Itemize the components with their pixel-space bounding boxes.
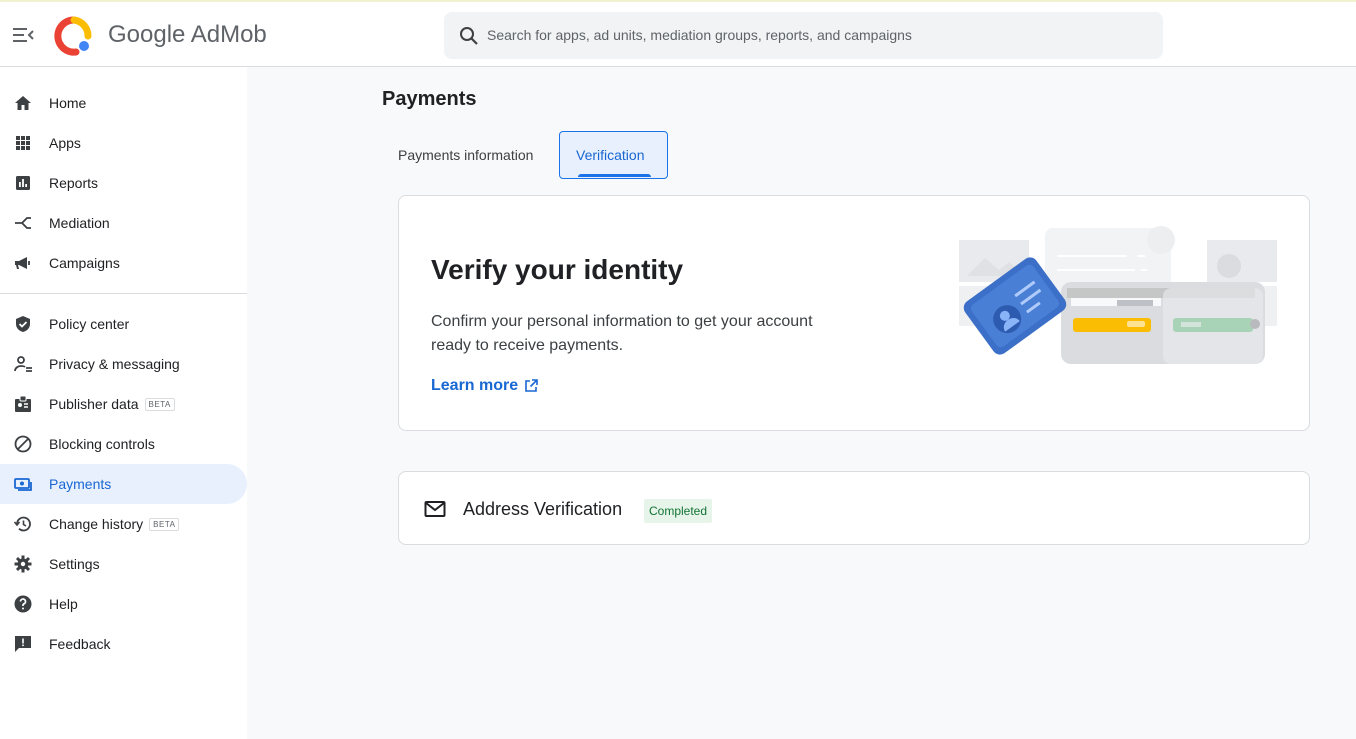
beta-badge: BETA (149, 518, 180, 531)
external-link-icon (523, 378, 539, 394)
help-icon (13, 594, 33, 614)
address-verification-card[interactable]: Address Verification Completed (398, 471, 1310, 545)
sidebar-item-blocking-controls[interactable]: Blocking controls (0, 424, 247, 464)
sidebar-item-label: Change history (49, 516, 144, 532)
sidebar-item-policy-center[interactable]: Policy center (0, 304, 247, 344)
badge-icon (13, 394, 33, 414)
identity-card-illustration (957, 226, 1279, 368)
beta-badge: BETA (144, 398, 175, 411)
sidebar-item-label: Publisher data (49, 396, 139, 412)
sidebar-item-apps[interactable]: Apps (0, 123, 247, 163)
sidebar-divider (0, 293, 247, 294)
sidebar-nav: Home Apps Reports Mediation Campaigns Po… (0, 67, 247, 739)
apps-grid-icon (13, 133, 33, 153)
brand-name[interactable]: Google AdMob (108, 21, 267, 49)
sidebar-item-mediation[interactable]: Mediation (0, 203, 247, 243)
learn-more-label: Learn more (431, 377, 519, 394)
sidebar-item-home[interactable]: Home (0, 83, 247, 123)
sidebar-item-label: Home (49, 95, 87, 111)
sidebar-item-label: Help (49, 596, 78, 612)
person-settings-icon (13, 354, 33, 374)
sidebar-item-help[interactable]: Help (0, 584, 247, 624)
tab-label: Verification (576, 147, 645, 163)
sidebar-item-publisher-data[interactable]: Publisher data BETA (0, 384, 247, 424)
search-input[interactable]: Search for apps, ad units, mediation gro… (487, 27, 912, 43)
address-verification-title: Address Verification (463, 499, 623, 519)
tab-label: Payments information (398, 147, 534, 163)
bar-chart-icon (13, 173, 33, 193)
sidebar-item-label: Privacy & messaging (49, 356, 180, 372)
history-icon (13, 514, 33, 534)
verify-identity-card: Verify your identity Confirm your person… (398, 195, 1310, 431)
status-badge: Completed (644, 499, 713, 523)
sidebar-item-label: Blocking controls (49, 436, 155, 452)
sidebar-item-feedback[interactable]: Feedback (0, 624, 247, 664)
sidebar-item-settings[interactable]: Settings (0, 544, 247, 584)
payments-icon (13, 474, 33, 494)
sidebar-item-label: Feedback (49, 636, 111, 652)
page-title: Payments (382, 88, 477, 110)
gear-icon (13, 554, 33, 574)
search-bar[interactable]: Search for apps, ad units, mediation gro… (444, 12, 1163, 59)
top-app-bar: Google AdMob Search for apps, ad units, … (0, 0, 1356, 67)
tab-verification[interactable]: Verification (559, 131, 668, 179)
mediation-icon (13, 213, 33, 233)
active-tab-indicator (578, 174, 651, 177)
sidebar-item-reports[interactable]: Reports (0, 163, 247, 203)
sidebar-item-change-history[interactable]: Change history BETA (0, 504, 247, 544)
learn-more-link[interactable]: Learn more (431, 377, 539, 395)
menu-collapse-icon[interactable] (10, 22, 36, 48)
sidebar-item-campaigns[interactable]: Campaigns (0, 243, 247, 283)
sidebar-item-label: Mediation (49, 215, 110, 231)
sidebar-item-label: Policy center (49, 316, 130, 332)
shield-check-icon (13, 314, 33, 334)
identity-description: Confirm your personal information to get… (431, 313, 813, 354)
sidebar-item-label: Reports (49, 175, 99, 191)
sidebar-item-label-wrap: Change history BETA (49, 516, 180, 532)
sidebar-item-label: Apps (49, 135, 81, 151)
identity-title: Verify your identity (431, 254, 684, 285)
sidebar-item-payments[interactable]: Payments (0, 464, 247, 504)
megaphone-icon (13, 253, 33, 273)
sidebar-item-label: Payments (49, 476, 112, 492)
admob-logo-icon[interactable] (54, 16, 94, 56)
sidebar-item-label: Settings (49, 556, 100, 572)
search-icon (458, 25, 480, 47)
sidebar-item-privacy-messaging[interactable]: Privacy & messaging (0, 344, 247, 384)
sidebar-item-label: Campaigns (49, 255, 120, 271)
feedback-icon (13, 634, 33, 654)
sidebar-item-label-wrap: Publisher data BETA (49, 396, 175, 412)
tab-payments-information[interactable]: Payments information (388, 131, 554, 179)
home-icon (13, 93, 33, 113)
mail-icon (423, 497, 447, 521)
block-icon (13, 434, 33, 454)
